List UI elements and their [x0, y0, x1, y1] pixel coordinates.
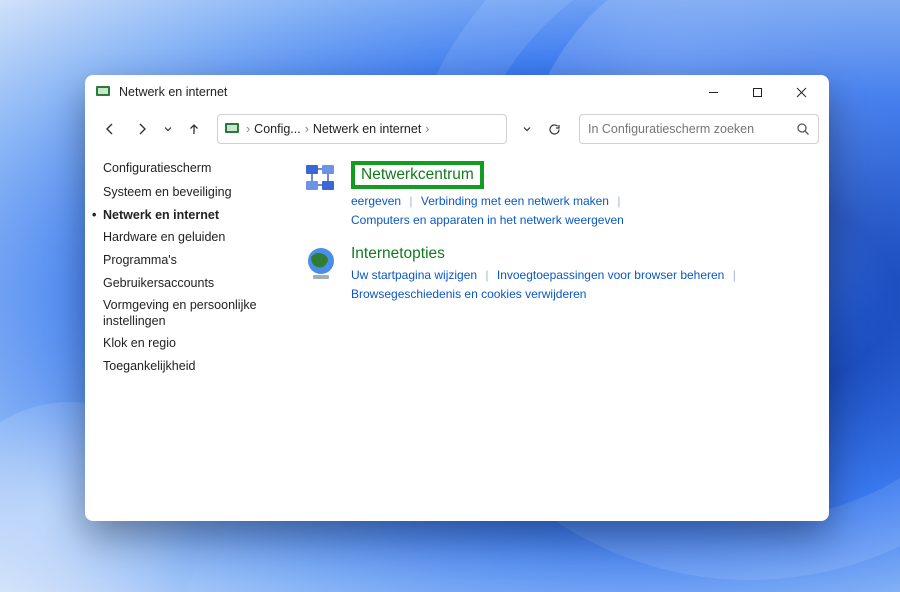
link-divider: | [409, 194, 412, 208]
link-delete-browsing-history[interactable]: Browsegeschiedenis en cookies verwijdere… [351, 287, 586, 301]
app-icon [224, 121, 240, 137]
minimize-icon [708, 87, 719, 98]
search-icon [796, 122, 810, 136]
sidebar-item-hardware-sound[interactable]: Hardware en geluiden [103, 230, 303, 246]
arrow-up-icon [187, 122, 201, 136]
refresh-icon [548, 123, 561, 136]
internet-options-icon [303, 245, 339, 281]
group-internet-options: Internetopties Uw startpagina wijzigen |… [303, 245, 811, 303]
maximize-icon [752, 87, 763, 98]
close-icon [796, 87, 807, 98]
maximize-button[interactable] [735, 77, 779, 107]
content-area: Configuratiescherm Systeem en beveiligin… [85, 149, 829, 521]
minimize-button[interactable] [691, 77, 735, 107]
refresh-button[interactable] [541, 114, 567, 144]
sidebar-item-system-security[interactable]: Systeem en beveiliging [103, 185, 303, 201]
address-dropdown-button[interactable] [515, 114, 539, 144]
sidebar-item-programs[interactable]: Programma's [103, 253, 303, 269]
link-view-network-status[interactable]: eergeven [351, 194, 401, 208]
sidebar-item-accessibility[interactable]: Toegankelijkheid [103, 359, 303, 375]
control-panel-window: Netwerk en internet › Con [85, 75, 829, 521]
link-row: eergeven | Verbinding met een netwerk ma… [351, 192, 811, 211]
back-button[interactable] [95, 114, 125, 144]
window-title: Netwerk en internet [119, 85, 227, 99]
link-row: Browsegeschiedenis en cookies verwijdere… [351, 285, 811, 304]
breadcrumb-segment[interactable]: Config... [254, 122, 301, 136]
search-box[interactable] [579, 114, 819, 144]
close-button[interactable] [779, 77, 823, 107]
search-input[interactable] [588, 122, 796, 136]
link-view-network-devices[interactable]: Computers en apparaten in het netwerk we… [351, 213, 624, 227]
group-network-center: Netwerkcentrum eergeven | Verbinding met… [303, 161, 811, 229]
group-title-network-center[interactable]: Netwerkcentrum [351, 161, 811, 192]
sidebar-item-clock-region[interactable]: Klok en regio [103, 336, 303, 352]
network-center-heading[interactable]: Netwerkcentrum [351, 161, 484, 189]
sidebar-item-network-internet[interactable]: Netwerk en internet [103, 208, 303, 224]
address-bar[interactable]: › Config... › Netwerk en internet › [217, 114, 507, 144]
arrow-right-icon [135, 122, 149, 136]
up-button[interactable] [179, 114, 209, 144]
sidebar-item-appearance-personal[interactable]: Vormgeving en persoonlijke instellingen [103, 298, 303, 329]
sidebar-item-user-accounts[interactable]: Gebruikersaccounts [103, 276, 303, 292]
chevron-right-icon: › [305, 122, 309, 136]
breadcrumb-segment[interactable]: Netwerk en internet [313, 122, 421, 136]
group-title-internet-options[interactable]: Internetopties [351, 245, 811, 263]
sidebar: Configuratiescherm Systeem en beveiligin… [103, 161, 303, 503]
chevron-down-icon [163, 124, 173, 134]
link-divider: | [617, 194, 620, 208]
link-change-homepage[interactable]: Uw startpagina wijzigen [351, 268, 477, 282]
link-row: Uw startpagina wijzigen | Invoegtoepassi… [351, 266, 811, 285]
network-center-icon [303, 161, 339, 197]
navbar: › Config... › Netwerk en internet › [85, 109, 829, 149]
history-dropdown-button[interactable] [159, 114, 177, 144]
link-divider: | [733, 268, 736, 282]
main-panel: Netwerkcentrum eergeven | Verbinding met… [303, 161, 811, 503]
titlebar: Netwerk en internet [85, 75, 829, 109]
link-manage-addons[interactable]: Invoegtoepassingen voor browser beheren [497, 268, 724, 282]
link-divider: | [485, 268, 488, 282]
chevron-right-icon: › [425, 122, 429, 136]
link-connect-network[interactable]: Verbinding met een netwerk maken [421, 194, 609, 208]
forward-button[interactable] [127, 114, 157, 144]
arrow-left-icon [103, 122, 117, 136]
chevron-right-icon: › [246, 122, 250, 136]
link-row: Computers en apparaten in het netwerk we… [351, 211, 811, 230]
chevron-down-icon [522, 124, 532, 134]
app-icon [95, 84, 111, 100]
sidebar-title[interactable]: Configuratiescherm [103, 161, 303, 175]
